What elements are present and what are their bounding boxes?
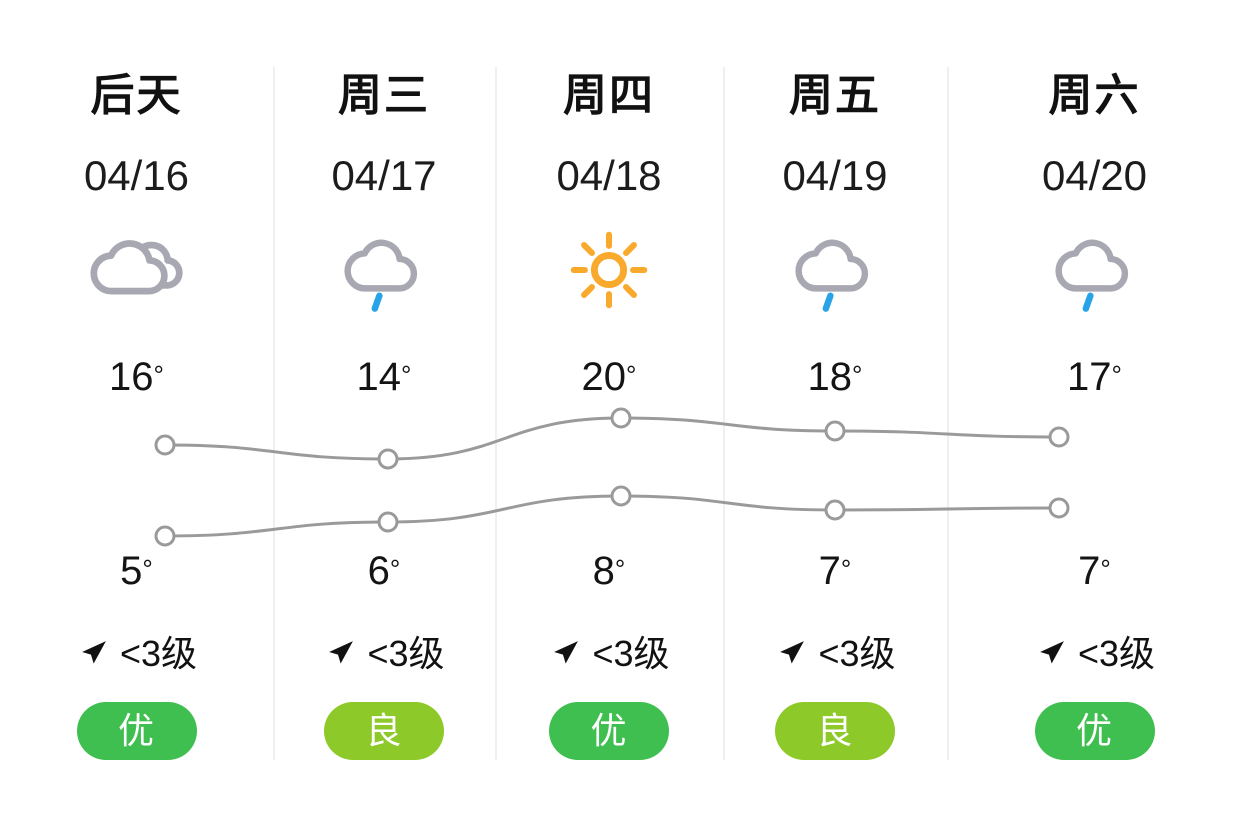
air-quality-badge[interactable]: 良	[775, 702, 895, 760]
day-name-label: 周三	[338, 71, 430, 120]
degree-symbol: °	[626, 360, 637, 390]
air-quality-badge[interactable]: 优	[1034, 702, 1155, 760]
wind-level-label: <3级	[1077, 633, 1156, 674]
day-name-label: 周四	[563, 71, 655, 120]
air-quality-badge[interactable]: 优	[76, 702, 197, 760]
wind-direction-arrow-icon	[1034, 637, 1068, 671]
wind-direction-arrow-icon	[323, 637, 357, 671]
wind-info: <3级	[947, 630, 1242, 678]
wind-level-label: <3级	[119, 633, 198, 674]
degree-symbol: °	[1111, 360, 1122, 390]
day-date-label: 04/18	[556, 152, 662, 199]
light-rain-icon	[947, 222, 1242, 318]
day-column-4[interactable]: 周五 04/19 18° 7° <3级良	[723, 0, 947, 828]
day-name-label: 周六	[1048, 71, 1141, 120]
air-quality-row: 良	[723, 700, 947, 762]
degree-symbol: °	[401, 360, 412, 390]
day-date-label: 04/16	[83, 152, 190, 199]
wind-level-label: <3级	[592, 633, 670, 674]
high-temperature-value: 20	[581, 355, 627, 399]
day-columns: 后天 04/16 16° 5° <3级优周三 04/17 14° 6° <3级良周四 04/18 2…	[0, 0, 1242, 828]
sunny-icon	[495, 222, 723, 318]
low-temperature-label: 5°	[0, 546, 273, 596]
air-quality-row: 优	[0, 700, 273, 762]
wind-level-label: <3级	[367, 633, 445, 674]
low-temperature-label: 7°	[723, 546, 947, 596]
degree-symbol: °	[389, 554, 401, 584]
wind-direction-arrow-icon	[774, 637, 808, 671]
degree-symbol: °	[1100, 554, 1111, 584]
air-quality-row: 优	[495, 700, 723, 762]
low-temperature-value: 5	[120, 549, 143, 593]
low-temperature-label: 7°	[947, 546, 1242, 596]
degree-symbol: °	[142, 554, 153, 584]
day-name-label: 后天	[90, 71, 183, 120]
high-temperature-label: 18°	[723, 352, 947, 402]
air-quality-row: 优	[947, 700, 1242, 762]
day-column-2[interactable]: 周三 04/17 14° 6° <3级良	[273, 0, 495, 828]
high-temperature-label: 17°	[947, 352, 1242, 402]
light-rain-icon	[273, 222, 495, 318]
air-quality-badge[interactable]: 优	[549, 702, 669, 760]
high-temperature-label: 16°	[0, 352, 273, 402]
day-column-1[interactable]: 后天 04/16 16° 5° <3级优	[0, 0, 273, 828]
wind-direction-arrow-icon	[548, 637, 582, 671]
low-temperature-label: 8°	[495, 546, 723, 596]
high-temperature-value: 14	[356, 355, 402, 399]
low-temperature-value: 8	[592, 549, 615, 593]
day-name-label: 周五	[789, 71, 881, 120]
cloudy-icon	[0, 222, 273, 318]
high-temperature-label: 20°	[495, 352, 723, 402]
air-quality-badge[interactable]: 良	[324, 702, 444, 760]
degree-symbol: °	[614, 554, 626, 584]
low-temperature-value: 6	[367, 549, 390, 593]
wind-info: <3级	[0, 630, 273, 678]
day-date-label: 04/17	[331, 152, 437, 199]
day-date-label: 04/20	[1041, 152, 1148, 199]
high-temperature-value: 18	[807, 355, 853, 399]
low-temperature-value: 7	[818, 549, 841, 593]
high-temperature-value: 16	[109, 355, 154, 399]
degree-symbol: °	[840, 554, 852, 584]
day-column-3[interactable]: 周四 04/18 20° 8° <3级优	[495, 0, 723, 828]
wind-info: <3级	[723, 630, 947, 678]
degree-symbol: °	[852, 360, 863, 390]
wind-level-label: <3级	[818, 633, 896, 674]
weather-forecast-board: 后天 04/16 16° 5° <3级优周三 04/17 14° 6° <3级良周四 04/18 2…	[0, 0, 1242, 828]
day-column-5[interactable]: 周六 04/20 17° 7° <3级优	[947, 0, 1242, 828]
low-temperature-label: 6°	[273, 546, 495, 596]
low-temperature-value: 7	[1078, 549, 1101, 593]
degree-symbol: °	[153, 360, 164, 390]
wind-info: <3级	[273, 630, 495, 678]
day-date-label: 04/19	[782, 152, 888, 199]
wind-direction-arrow-icon	[76, 637, 110, 671]
air-quality-row: 良	[273, 700, 495, 762]
high-temperature-value: 17	[1067, 355, 1112, 399]
wind-info: <3级	[495, 630, 723, 678]
light-rain-icon	[723, 222, 947, 318]
high-temperature-label: 14°	[273, 352, 495, 402]
